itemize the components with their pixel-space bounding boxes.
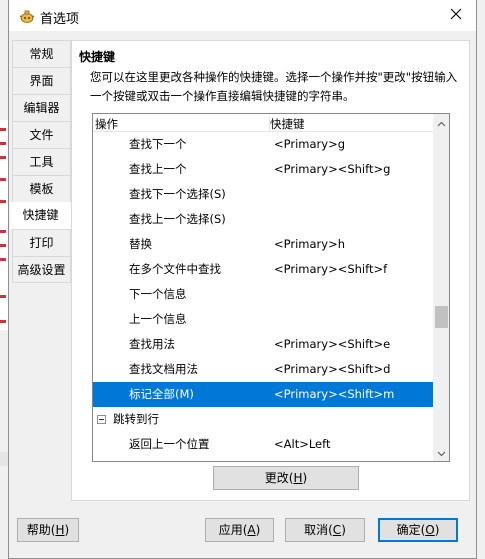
keybindings-panel: 快捷键 您可以在这里更改各种操作的快捷键。选择一个操作并按"更改"按钮输入一个按…	[71, 40, 470, 501]
apply-button-label: 应用(	[218, 523, 248, 537]
cancel-button-accel: C	[332, 523, 342, 537]
row-action-label: 查找下一个选择(S)	[129, 187, 226, 201]
ok-button-label: 确定(	[396, 523, 426, 537]
help-button-label: 帮助(	[26, 523, 56, 537]
row-action-label: 查找下一个	[129, 137, 187, 151]
list-row[interactable]: 查找下一个选择(S)	[93, 182, 433, 207]
cancel-button-tail: )	[341, 523, 346, 537]
tab-templates[interactable]: 模板	[12, 175, 71, 202]
collapse-toggle-icon[interactable]	[97, 415, 106, 424]
row-shortcut-label: <Alt>Left	[274, 437, 331, 451]
tab-keybindings[interactable]: 快捷键	[10, 202, 71, 229]
window-title: 首选项	[40, 12, 80, 27]
apply-button[interactable]: 应用(A)	[205, 518, 274, 542]
change-button-tail: )	[302, 471, 308, 485]
scroll-thumb[interactable]	[435, 305, 448, 328]
row-action-label: 在多个文件中查找	[129, 262, 221, 276]
title-bar: 首选项	[9, 0, 476, 31]
row-shortcut-label: <Primary><Shift>g	[274, 162, 391, 176]
close-button[interactable]	[436, 0, 476, 31]
list-row[interactable]: 查找用法 <Primary><Shift>e	[93, 332, 433, 357]
keybindings-list[interactable]: 操作 快捷键 查找下一个 <Primary>g 查找上一个 <Primary><Shi…	[92, 113, 450, 462]
list-rows: 查找下一个 <Primary>g 查找上一个 <Primary><Shift>g 查找下…	[93, 132, 433, 457]
tab-advanced[interactable]: 高级设置	[12, 256, 71, 283]
list-row[interactable]: 查找上一个 <Primary><Shift>g	[93, 157, 433, 182]
row-action-label: 查找上一个选择(S)	[129, 212, 226, 226]
apply-button-accel: A	[247, 523, 256, 537]
row-shortcut-label: <Primary>g	[274, 137, 346, 151]
list-row[interactable]: 下一个信息	[93, 282, 433, 307]
list-row[interactable]: 上一个信息	[93, 307, 433, 332]
apply-button-tail: )	[255, 523, 261, 537]
ok-button-accel: O	[425, 523, 435, 537]
row-action-label: 查找上一个	[129, 162, 187, 176]
column-header-shortcut[interactable]: 快捷键	[269, 116, 305, 132]
list-row[interactable]: 查找下一个 <Primary>g	[93, 132, 433, 157]
row-action-label: 下一个信息	[129, 287, 187, 301]
scroll-down-button[interactable]	[433, 444, 449, 461]
help-button[interactable]: 帮助(H)	[17, 518, 79, 542]
panel-heading: 快捷键	[79, 50, 116, 64]
help-button-accel: H	[55, 523, 65, 537]
row-action-label: 查找用法	[129, 337, 175, 351]
list-row[interactable]: 在多个文件中查找 <Primary><Shift>f	[93, 257, 433, 282]
row-action-label: 替换	[129, 237, 152, 251]
change-button-accel: H	[293, 471, 303, 485]
tab-interface[interactable]: 界面	[12, 67, 71, 94]
list-group-row[interactable]: 跳转到行	[93, 407, 433, 432]
ok-button-tail: )	[434, 523, 440, 537]
row-shortcut-label: <Primary><Shift>d	[274, 362, 391, 376]
list-row[interactable]: 返回上一个位置 <Alt>Left	[93, 432, 433, 457]
cancel-button[interactable]: 取消(C)	[285, 518, 365, 542]
list-header: 操作 快捷键	[93, 114, 433, 132]
row-action-label: 跳转到行	[113, 412, 159, 426]
geany-teapot-icon	[19, 8, 35, 24]
list-row[interactable]: 查找文档用法 <Primary><Shift>d	[93, 357, 433, 382]
list-row[interactable]: 标记全部(M) <Primary><Shift>m	[93, 382, 433, 407]
row-action-label: 标记全部(M)	[129, 387, 194, 401]
row-action-label: 返回上一个位置	[129, 437, 210, 451]
vertical-scrollbar[interactable]	[433, 114, 449, 461]
panel-description: 您可以在这里更改各种操作的快捷键。选择一个操作并按"更改"按钮输入一个按键或双击…	[90, 70, 458, 103]
category-tabs: 常规 界面 编辑器 文件 工具 模板 快捷键 打印 高级设置	[10, 40, 71, 283]
tab-general[interactable]: 常规	[12, 40, 71, 67]
change-button-label: 更改(	[264, 471, 294, 485]
tab-printing[interactable]: 打印	[12, 229, 71, 256]
tab-tools[interactable]: 工具	[12, 148, 71, 175]
row-shortcut-label: <Primary><Shift>e	[274, 337, 391, 351]
tab-editor[interactable]: 编辑器	[12, 94, 71, 121]
scroll-up-button[interactable]	[433, 114, 449, 131]
chevron-down-icon	[437, 446, 446, 460]
ok-button[interactable]: 确定(O)	[378, 518, 458, 542]
list-row[interactable]: 替换 <Primary>h	[93, 232, 433, 257]
help-button-tail: )	[64, 523, 70, 537]
row-action-label: 上一个信息	[129, 312, 187, 326]
close-icon	[450, 8, 462, 23]
column-header-action[interactable]: 操作	[95, 116, 118, 132]
change-button[interactable]: 更改(H)	[213, 466, 359, 490]
row-shortcut-label: <Primary><Shift>f	[274, 262, 388, 276]
chevron-up-icon	[437, 116, 446, 130]
cancel-button-label: 取消(	[304, 523, 333, 537]
preferences-dialog: 首选项 常规 界面 编辑器 文件 工具 模板 快捷键 打印 高级设置 快捷键 您…	[8, 0, 477, 559]
row-shortcut-label: <Primary><Shift>m	[274, 387, 395, 401]
tab-files[interactable]: 文件	[12, 121, 71, 148]
row-action-label: 查找文档用法	[129, 362, 198, 376]
list-row[interactable]: 查找上一个选择(S)	[93, 207, 433, 232]
row-shortcut-label: <Primary>h	[274, 237, 345, 251]
